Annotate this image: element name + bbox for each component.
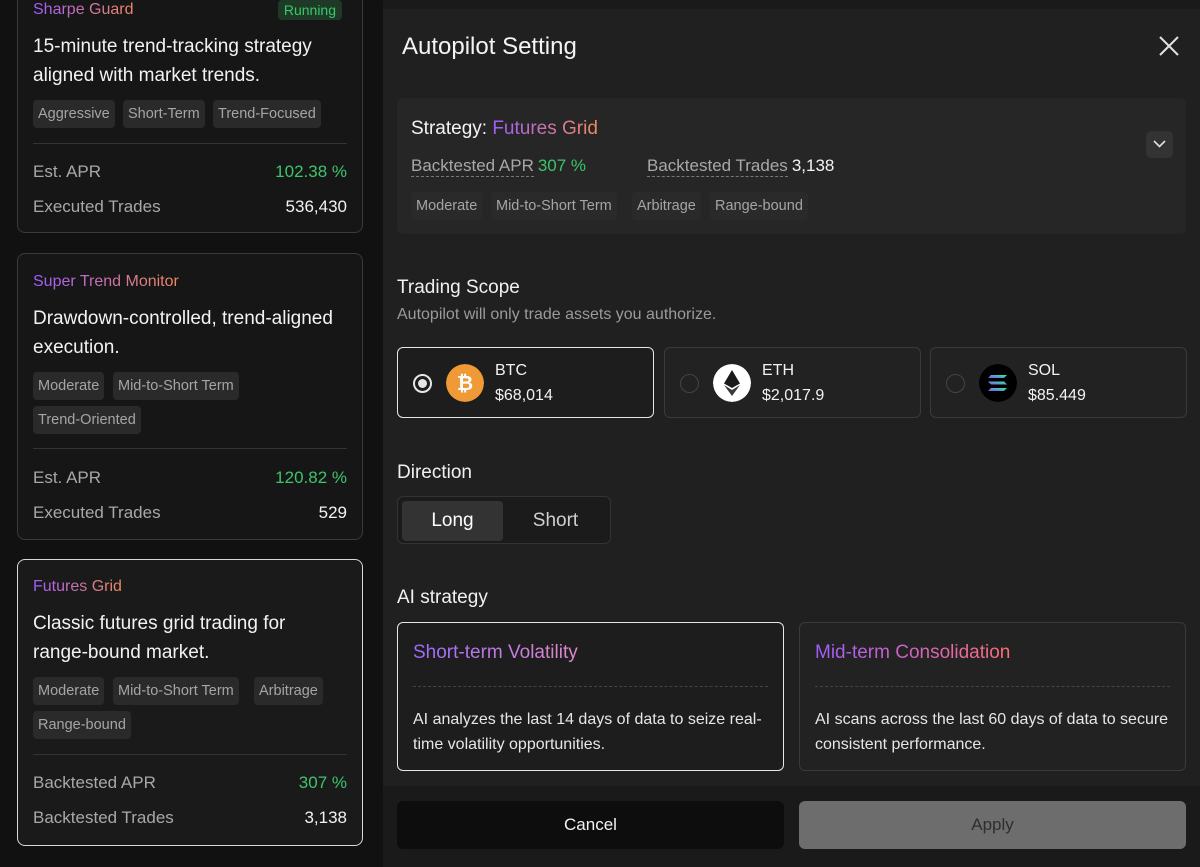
modal-title: Autopilot Setting [402, 33, 577, 60]
tag: Range-bound [33, 711, 131, 739]
direction-short-button[interactable]: Short [505, 501, 606, 541]
strategy-label: Strategy: [411, 118, 488, 139]
ai-option-title: Mid-term Consolidation [815, 642, 1011, 663]
strategy-card-sharpe-guard[interactable]: Sharpe Guard Running 15-minute trend-tra… [17, 0, 363, 233]
autopilot-setting-modal: Autopilot Setting Strategy: Futures Grid… [383, 9, 1200, 867]
tag: Trend-Focused [213, 100, 321, 128]
coin-symbol: ETH [762, 362, 794, 379]
strategy-card-name: Futures Grid [33, 578, 122, 595]
backtested-trades-value: 3,138 [791, 156, 835, 175]
stat-value: 536,430 [285, 197, 347, 216]
divider [413, 686, 768, 687]
close-icon[interactable] [1158, 35, 1180, 57]
solana-icon [979, 364, 1017, 402]
divider [33, 448, 347, 449]
strategy-list: Sharpe Guard Running 15-minute trend-tra… [0, 0, 383, 867]
tag: Arbitrage [632, 192, 701, 220]
ai-option-short-term-volatility[interactable]: Short-term Volatility AI analyzes the la… [397, 622, 784, 771]
chevron-down-icon [1153, 140, 1166, 148]
tag: Moderate [33, 372, 105, 400]
divider [33, 143, 347, 144]
tag: Trend-Oriented [33, 406, 141, 434]
stat-label: Est. APR [33, 468, 102, 487]
coin-symbol: BTC [495, 362, 527, 379]
radio-unselected[interactable] [946, 374, 965, 393]
status-badge: Running [277, 0, 342, 20]
stat-label: Est. APR [33, 162, 102, 181]
divider [33, 754, 347, 755]
strategy-title: Strategy: Futures Grid [411, 118, 598, 140]
ai-option-desc: AI scans across the last 60 days of data… [815, 711, 1169, 753]
tag: Moderate [33, 677, 105, 705]
strategy-card-desc: 15-minute trend-tracking strategy aligne… [33, 36, 312, 86]
tag: Mid-to-Short Term [113, 677, 239, 705]
tag: Mid-to-Short Term [113, 372, 239, 400]
radio-selected[interactable] [413, 374, 432, 393]
svg-text:₿: ₿ [457, 371, 473, 395]
modal-footer: Cancel Apply [383, 786, 1200, 867]
ai-option-mid-term-consolidation[interactable]: Mid-term Consolidation AI scans across t… [799, 622, 1186, 771]
stat-value: 120.82 % [275, 468, 347, 487]
backtested-apr-value: 307 % [537, 156, 587, 175]
strategy-name: Futures Grid [492, 118, 598, 139]
strategy-card-futures-grid[interactable]: Futures Grid Classic futures grid tradin… [17, 559, 363, 846]
tag: Range-bound [710, 192, 808, 220]
coin-option-eth[interactable]: ETH $2,017.9 [664, 347, 921, 418]
trading-scope-title: Trading Scope [397, 277, 520, 298]
cancel-button[interactable]: Cancel [397, 801, 784, 849]
apply-button[interactable]: Apply [799, 801, 1186, 849]
coin-price: $68,014 [495, 387, 553, 404]
stat-value: 529 [318, 503, 347, 522]
ai-option-title: Short-term Volatility [413, 642, 578, 663]
stat-value: 3,138 [304, 808, 347, 827]
strategy-summary: Strategy: Futures Grid Backtested APR 307… [397, 98, 1186, 234]
tag: Short-Term [123, 100, 205, 128]
tag: Aggressive [33, 100, 115, 128]
stat-value: 102.38 % [275, 162, 347, 181]
tag: Arbitrage [254, 677, 323, 705]
direction-long-button[interactable]: Long [402, 501, 503, 541]
strategy-card-super-trend-monitor[interactable]: Super Trend Monitor Drawdown-controlled,… [17, 253, 363, 540]
bitcoin-icon: ₿ [446, 364, 484, 402]
backtested-apr: Backtested APR 307 % [411, 156, 587, 177]
strategy-card-name: Sharpe Guard [33, 1, 134, 18]
stat-label: Backtested Trades [33, 808, 174, 827]
strategy-card-desc: Drawdown-controlled, trend-aligned execu… [33, 308, 333, 358]
radio-unselected[interactable] [680, 374, 699, 393]
direction-title: Direction [397, 462, 472, 483]
stat-label: Backtested APR [33, 773, 156, 792]
coin-price: $85.449 [1028, 387, 1086, 404]
tag: Moderate [411, 192, 483, 220]
expand-strategy-button[interactable] [1146, 131, 1173, 158]
trading-scope-subtitle: Autopilot will only trade assets you aut… [397, 306, 717, 323]
coin-option-btc[interactable]: ₿ BTC $68,014 [397, 347, 654, 418]
stat-value: 307 % [298, 773, 347, 792]
strategy-card-desc: Classic futures grid trading for range-b… [33, 613, 286, 663]
coin-price: $2,017.9 [762, 387, 825, 404]
backtested-trades: Backtested Trades 3,138 [647, 156, 835, 177]
direction-toggle: Long Short [397, 496, 611, 544]
ai-option-desc: AI analyzes the last 14 days of data to … [413, 711, 762, 753]
ai-strategy-title: AI strategy [397, 587, 488, 608]
strategy-card-name: Super Trend Monitor [33, 273, 179, 290]
backtested-apr-label: Backtested APR [411, 156, 534, 177]
backtested-trades-label: Backtested Trades [647, 156, 788, 177]
stat-label: Executed Trades [33, 197, 161, 216]
coin-option-sol[interactable]: SOL $85.449 [930, 347, 1187, 418]
divider [815, 686, 1170, 687]
tag: Mid-to-Short Term [491, 192, 617, 220]
ethereum-icon [713, 364, 751, 402]
stat-label: Executed Trades [33, 503, 161, 522]
coin-symbol: SOL [1028, 362, 1061, 379]
